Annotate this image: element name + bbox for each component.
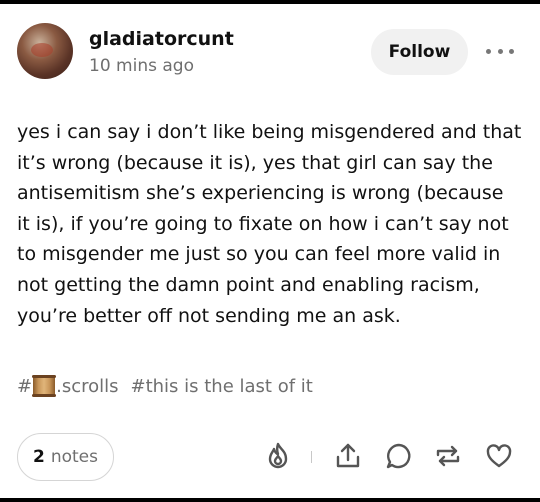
timestamp[interactable]: 10 mins ago <box>89 56 194 76</box>
scroll-emoji-icon <box>32 375 57 397</box>
reblog-icon[interactable] <box>433 441 463 471</box>
tag-list: # .scrolls #this is the last of it <box>17 375 313 397</box>
heart-icon[interactable] <box>484 441 514 471</box>
follow-button[interactable]: Follow <box>371 29 468 75</box>
post-actions <box>0 441 540 471</box>
post-body: yes i can say i don’t like being misgend… <box>17 121 522 327</box>
more-dots-icon[interactable] <box>486 46 514 56</box>
action-divider <box>311 451 312 463</box>
share-icon[interactable] <box>333 441 363 471</box>
avatar[interactable] <box>17 23 73 79</box>
post-card: gladiatorcunt 10 mins ago Follow yes i c… <box>0 4 540 498</box>
tag-last-of-it[interactable]: #this is the last of it <box>131 376 313 397</box>
tag-hash: # <box>17 375 33 397</box>
flame-icon[interactable] <box>263 441 293 471</box>
tag-scrolls[interactable]: # .scrolls <box>17 375 119 397</box>
tag-scrolls-label: .scrolls <box>56 375 119 397</box>
username[interactable]: gladiatorcunt <box>89 28 234 50</box>
reply-bubble-icon[interactable] <box>384 441 414 471</box>
